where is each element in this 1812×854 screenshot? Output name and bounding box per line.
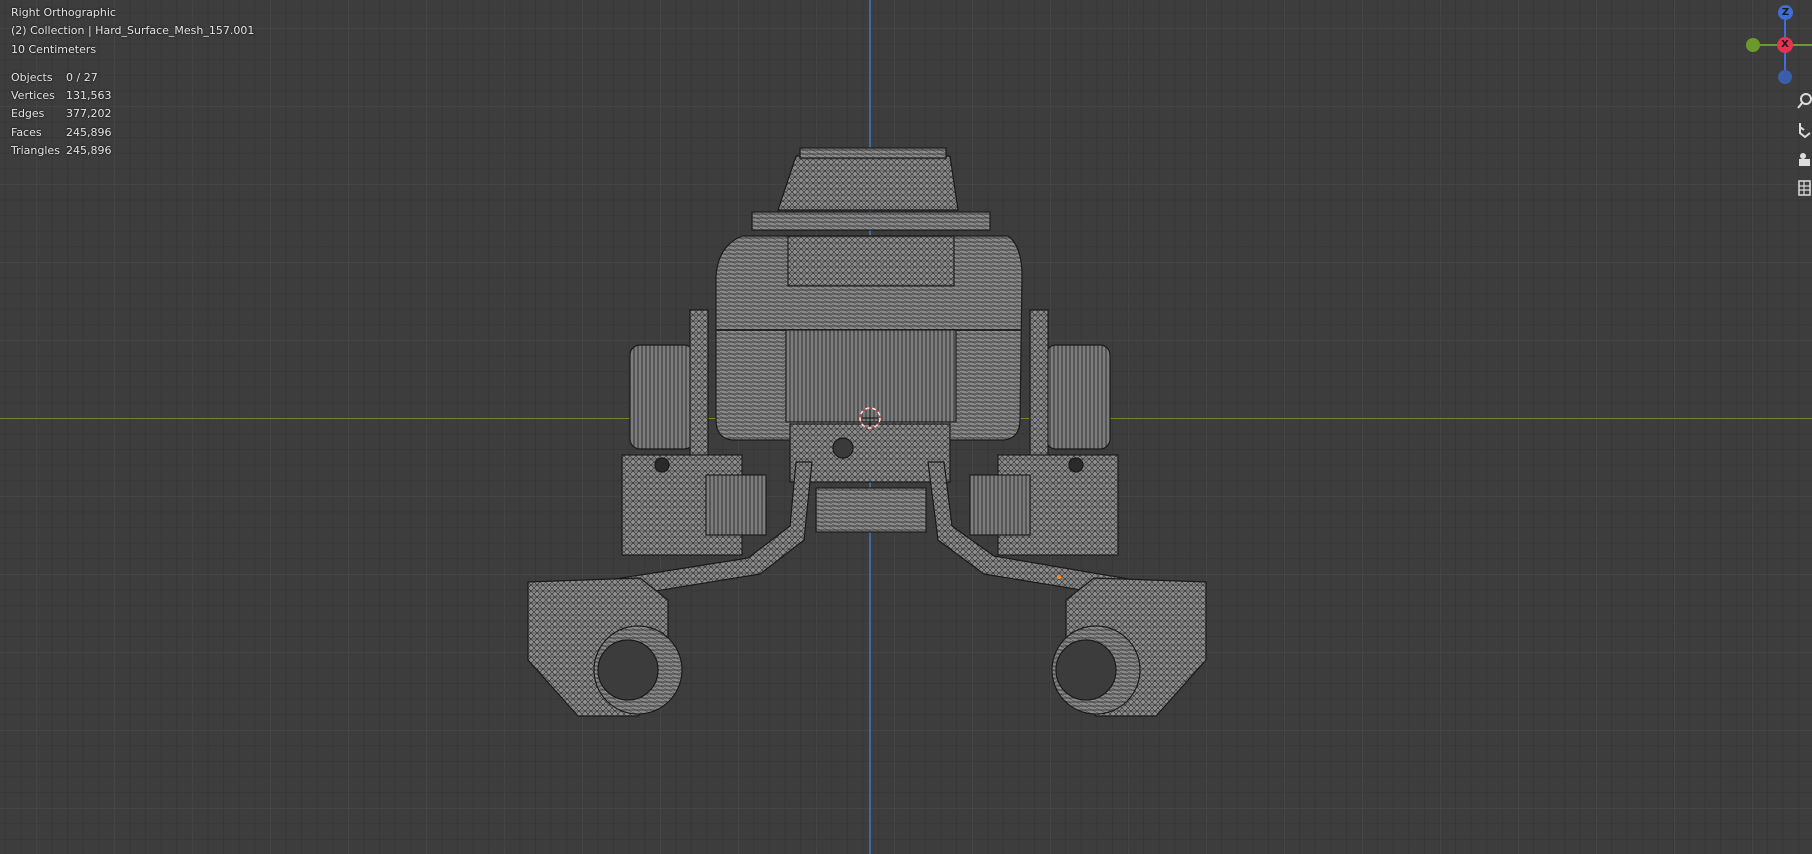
collection-line: (2) Collection | Hard_Surface_Mesh_157.0… — [11, 24, 255, 38]
stat-value: 245,896 — [66, 144, 112, 158]
view-name: Right Orthographic — [11, 6, 116, 19]
stat-label: Edges — [11, 107, 45, 121]
grid-scale: 10 Centimeters — [11, 42, 97, 56]
stat-row-edges: Edges 377,202 — [11, 105, 254, 123]
zoom-button[interactable] — [1796, 88, 1812, 114]
y-axis-ball[interactable] — [1746, 38, 1760, 52]
stat-label: Faces — [11, 125, 42, 139]
navigation-gizmo[interactable]: Z X — [1738, 0, 1812, 90]
camera-icon — [1799, 153, 1810, 166]
viewport-nav-buttons — [1796, 88, 1812, 204]
stat-row-faces: Faces 245,896 — [11, 124, 254, 142]
mesh-body — [527, 147, 1207, 717]
stat-value: 0 / 27 — [66, 70, 98, 84]
z-axis-ball[interactable]: Z — [1778, 5, 1793, 20]
zoom-icon — [1797, 93, 1812, 109]
stat-label: Objects — [11, 70, 53, 84]
stat-value: 245,896 — [66, 125, 112, 139]
viewport-overlay-text: Right Orthographic (2) Collection | Hard… — [11, 4, 254, 160]
stat-value: 377,202 — [66, 107, 112, 121]
scene-statistics: Objects 0 / 27 Vertices 131,563 Edges 37… — [11, 69, 254, 160]
camera-view-button[interactable] — [1796, 146, 1812, 172]
stat-row-objects: Objects 0 / 27 — [11, 69, 254, 87]
3d-viewport[interactable]: Right Orthographic (2) Collection | Hard… — [0, 0, 1812, 854]
pan-hand-icon — [1799, 123, 1811, 139]
3d-cursor-icon — [859, 407, 881, 429]
grid-icon — [1798, 180, 1811, 196]
stat-label: Triangles — [11, 144, 60, 158]
pan-button[interactable] — [1796, 117, 1812, 143]
stat-label: Vertices — [11, 89, 55, 103]
stat-row-vertices: Vertices 131,563 — [11, 87, 254, 105]
wireframe-mesh[interactable] — [0, 0, 1812, 854]
perspective-toggle-button[interactable] — [1796, 175, 1812, 201]
stat-value: 131,563 — [66, 89, 112, 103]
stat-row-triangles: Triangles 245,896 — [11, 142, 254, 160]
origin-point-icon — [1057, 575, 1061, 579]
x-axis-ball[interactable]: X — [1777, 37, 1793, 53]
neg-z-axis-ball[interactable] — [1778, 70, 1792, 84]
